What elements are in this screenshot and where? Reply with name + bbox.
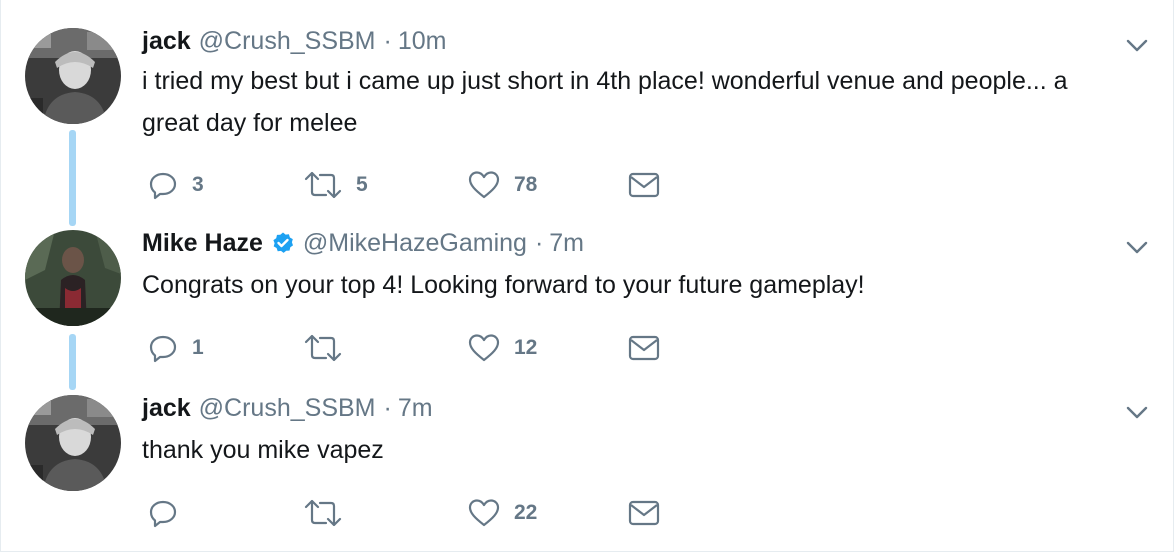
retweet-button[interactable] <box>304 498 356 528</box>
heart-icon <box>468 334 500 362</box>
like-button[interactable]: 12 <box>468 333 537 363</box>
tweet-actions: 3 5 78 <box>142 170 742 200</box>
timestamp[interactable]: 7m <box>398 394 433 423</box>
heart-icon <box>468 499 500 527</box>
tweet-item[interactable]: Mike Haze @MikeHazeGaming · 7m Congrats … <box>1 226 1174 386</box>
conversation-thread: jack @Crush_SSBM · 10m i tried my best b… <box>0 0 1174 552</box>
user-handle[interactable]: @Crush_SSBM <box>199 27 376 56</box>
tweet-header: jack @Crush_SSBM · 7m <box>142 393 433 423</box>
tweet-item[interactable]: jack @Crush_SSBM · 10m i tried my best b… <box>1 24 1174 208</box>
retweet-count: 5 <box>356 173 368 196</box>
separator-dot: · <box>383 26 392 55</box>
avatar[interactable] <box>25 28 121 124</box>
like-count: 78 <box>514 173 538 196</box>
retweet-icon <box>304 171 342 199</box>
direct-message-button[interactable] <box>628 170 660 200</box>
reply-icon <box>149 500 177 528</box>
timestamp[interactable]: 10m <box>398 27 447 56</box>
user-handle[interactable]: @MikeHazeGaming <box>303 229 527 258</box>
tweet-actions: 1 12 <box>142 333 742 363</box>
tweet-header: Mike Haze @MikeHazeGaming · 7m <box>142 228 584 258</box>
retweet-icon <box>304 334 342 362</box>
display-name[interactable]: Mike Haze <box>142 229 263 258</box>
avatar[interactable] <box>25 395 121 491</box>
tweet-text: Congrats on your top 4! Looking forward … <box>142 271 865 299</box>
tweet-header: jack @Crush_SSBM · 10m <box>142 26 446 56</box>
separator-dot: · <box>534 228 544 257</box>
direct-message-button[interactable] <box>628 333 660 363</box>
chevron-down-icon[interactable] <box>1125 38 1149 54</box>
like-button[interactable]: 78 <box>468 170 537 200</box>
reply-button[interactable] <box>148 498 192 528</box>
avatar[interactable] <box>25 230 121 326</box>
tweet-actions: 22 <box>142 498 742 528</box>
chevron-down-icon[interactable] <box>1125 405 1149 421</box>
reply-button[interactable]: 3 <box>148 170 204 200</box>
envelope-icon <box>628 335 660 361</box>
separator-dot: · <box>383 393 392 422</box>
envelope-icon <box>628 500 660 526</box>
timestamp[interactable]: 7m <box>549 229 584 258</box>
direct-message-button[interactable] <box>628 498 660 528</box>
tweet-item[interactable]: jack @Crush_SSBM · 7m thank you mike vap… <box>1 391 1174 541</box>
like-button[interactable]: 22 <box>468 498 537 528</box>
tweet-text: i tried my best but i came up just short… <box>142 67 1068 137</box>
reply-button[interactable]: 1 <box>148 333 204 363</box>
reply-count: 3 <box>192 173 204 196</box>
display-name[interactable]: jack <box>142 27 191 56</box>
retweet-icon <box>304 499 342 527</box>
tweet-text: thank you mike vapez <box>142 436 384 464</box>
envelope-icon <box>628 172 660 198</box>
reply-count: 1 <box>192 336 204 359</box>
retweet-button[interactable]: 5 <box>304 170 368 200</box>
reply-icon <box>149 335 177 363</box>
verified-badge-icon <box>273 232 293 253</box>
like-count: 12 <box>514 336 538 359</box>
heart-icon <box>468 171 500 199</box>
retweet-button[interactable] <box>304 333 356 363</box>
like-count: 22 <box>514 501 538 524</box>
chevron-down-icon[interactable] <box>1125 240 1149 256</box>
display-name[interactable]: jack <box>142 394 191 423</box>
reply-icon <box>149 172 177 200</box>
user-handle[interactable]: @Crush_SSBM <box>199 394 376 423</box>
